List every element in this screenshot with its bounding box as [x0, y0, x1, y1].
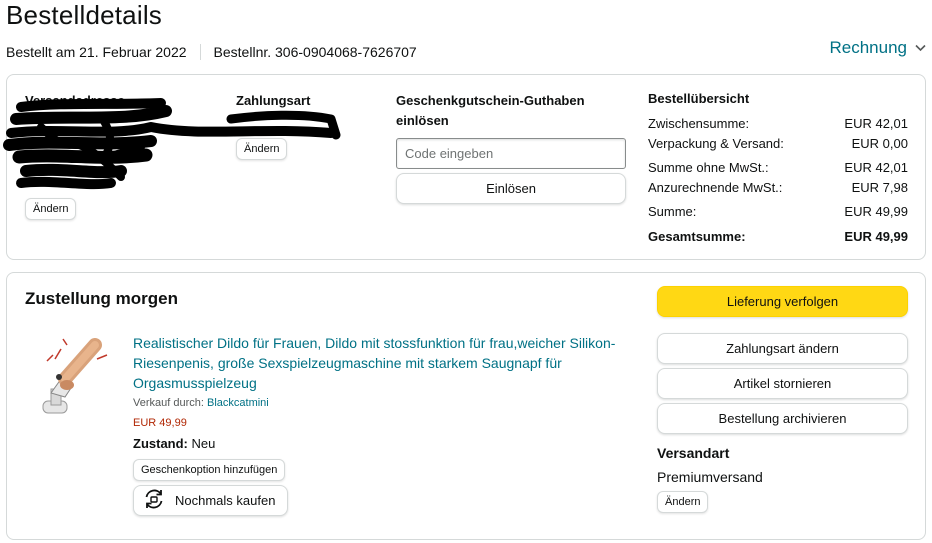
seller-link[interactable]: Blackcatmini: [207, 397, 269, 409]
product-image[interactable]: [31, 331, 123, 427]
summary-total-row: Gesamtsumme: EUR 49,99: [648, 227, 908, 247]
summary-row: Anzurechnende MwSt.: EUR 7,98: [648, 178, 908, 198]
summary-row: Summe ohne MwSt.: EUR 42,01: [648, 158, 908, 178]
cancel-item-button[interactable]: Artikel stornieren: [657, 368, 908, 399]
shipping-address-label: Versandadresse: [25, 93, 125, 108]
summary-row-label: Verpackung & Versand:: [648, 136, 784, 151]
page-title: Bestelldetails: [6, 0, 162, 30]
change-payment-small-button[interactable]: Ändern: [236, 138, 288, 160]
track-delivery-button[interactable]: Lieferung verfolgen: [657, 286, 908, 317]
order-info-panel: Versandadresse Zahlungsart Ändern Ändern…: [3, 74, 926, 260]
condition-value: Neu: [191, 436, 216, 451]
order-meta: Bestellt am 21. Februar 2022 Bestellnr. …: [6, 44, 417, 60]
summary-row-label: Anzurechnende MwSt.:: [648, 180, 783, 195]
product-price: EUR 49,99: [133, 417, 187, 429]
seller-info: Verkauf durch: Blackcatmini: [133, 397, 269, 409]
redeem-button[interactable]: Einlösen: [396, 173, 626, 204]
buy-again-button[interactable]: Nochmals kaufen: [133, 485, 288, 516]
summary-row-label: Zwischensumme:: [648, 116, 750, 131]
shipping-method-label: Versandart: [657, 445, 730, 461]
redaction-scribble: [3, 98, 341, 190]
add-gift-option-button[interactable]: Geschenkoption hinzufügen: [133, 459, 286, 481]
invoice-label: Rechnung: [829, 38, 907, 57]
change-payment-button[interactable]: Zahlungsart ändern: [657, 333, 908, 364]
summary-row-value: EUR 42,01: [844, 116, 908, 131]
order-date: Bestellt am 21. Februar 2022: [6, 44, 187, 60]
condition-label: Zustand:: [133, 436, 188, 451]
summary-total-label: Gesamtsumme:: [648, 229, 746, 244]
summary-title: Bestellübersicht: [648, 91, 750, 106]
archive-order-button[interactable]: Bestellung archivieren: [657, 403, 908, 434]
order-number: Bestellnr. 306-0904068-7626707: [213, 44, 417, 60]
gift-code-input[interactable]: [396, 138, 626, 169]
seller-prefix: Verkauf durch:: [133, 397, 204, 409]
meta-divider: [199, 44, 201, 60]
shipping-method-value: Premiumversand: [657, 469, 763, 485]
summary-row: Summe: EUR 49,99: [648, 202, 908, 222]
delivery-status-title: Zustellung morgen: [25, 289, 178, 308]
invoice-dropdown[interactable]: Rechnung: [829, 38, 926, 58]
summary-row: Zwischensumme: EUR 42,01: [648, 114, 908, 134]
product-title-link[interactable]: Realistischer Dildo für Frauen, Dildo mi…: [133, 333, 633, 393]
change-address-button[interactable]: Ändern: [25, 198, 77, 220]
shipment-panel: Zustellung morgen Realistischer Dildo fü…: [6, 272, 926, 540]
summary-total-value: EUR 49,99: [844, 229, 908, 244]
reorder-icon: [142, 487, 166, 514]
summary-row-label: Summe:: [648, 204, 697, 219]
summary-row-value: EUR 49,99: [844, 204, 908, 219]
summary-row-value: EUR 7,98: [851, 180, 908, 195]
product-condition: Zustand: Neu: [133, 436, 215, 451]
change-shipping-button[interactable]: Ändern: [657, 491, 709, 513]
chevron-down-icon: [915, 41, 926, 55]
buy-again-label: Nochmals kaufen: [175, 493, 276, 508]
summary-row-label: Summe ohne MwSt.:: [648, 160, 769, 175]
payment-method-label: Zahlungsart: [236, 93, 311, 108]
gift-card-title: Geschenkgutschein-Guthaben einlösen: [396, 93, 585, 128]
summary-row: Verpackung & Versand: EUR 0,00: [648, 134, 908, 154]
order-summary: Bestellübersicht Zwischensumme: EUR 42,0…: [648, 91, 908, 247]
summary-row-value: EUR 42,01: [844, 160, 908, 175]
summary-row-value: EUR 0,00: [851, 136, 908, 151]
